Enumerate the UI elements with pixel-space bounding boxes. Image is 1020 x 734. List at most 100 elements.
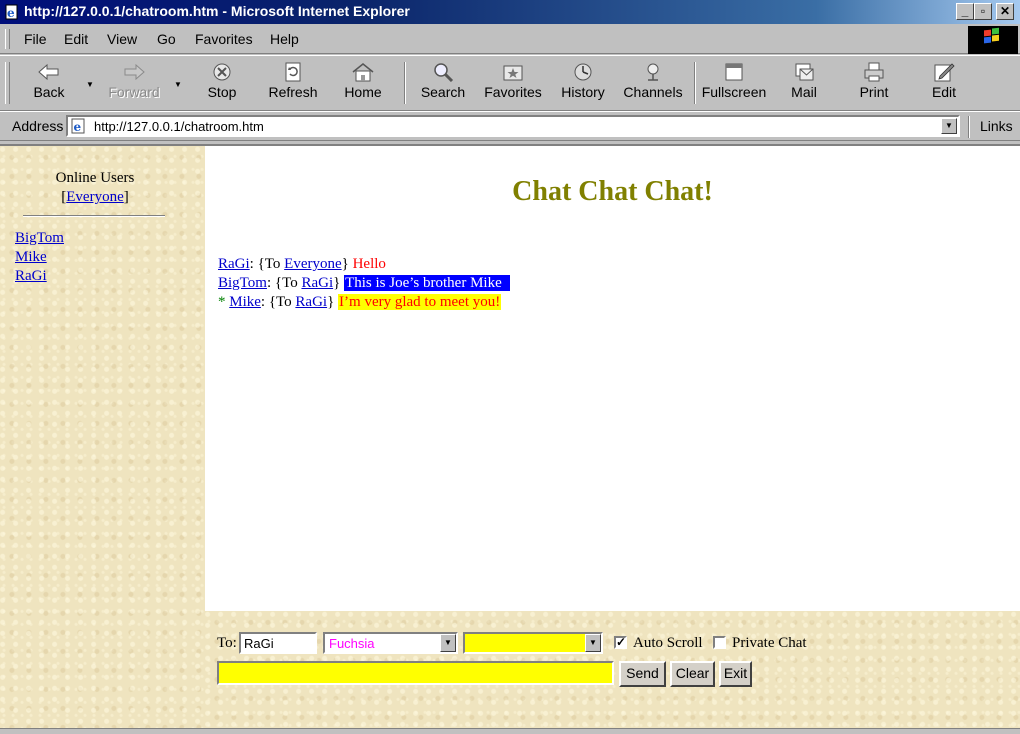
chat-title: Chat Chat Chat! xyxy=(512,176,713,207)
message-text: This is Joe’s brother Mike xyxy=(344,275,510,291)
favorites-icon xyxy=(503,65,523,81)
fullscreen-button[interactable]: Fullscreen xyxy=(700,58,768,108)
window-title: http://127.0.0.1/chatroom.htm - Microsof… xyxy=(24,3,410,19)
title-bar[interactable]: e http://127.0.0.1/chatroom.htm - Micros… xyxy=(0,0,1020,24)
windows-logo-icon xyxy=(984,27,999,44)
message-recipient-link[interactable]: Everyone xyxy=(284,256,341,272)
clear-button[interactable]: Clear xyxy=(670,661,715,687)
favorites-button[interactable]: Favorites xyxy=(482,58,544,108)
ie-page-icon: e xyxy=(5,4,18,20)
forward-button[interactable]: Forward xyxy=(104,58,164,108)
auto-scroll-checkbox[interactable]: ✓ xyxy=(614,636,627,649)
close-button[interactable]: ✕ xyxy=(996,3,1014,20)
toolbar-separator xyxy=(404,62,406,104)
everyone-wrapper: [Everyone] xyxy=(61,189,129,205)
minimize-button[interactable]: _ xyxy=(956,3,974,20)
history-button[interactable]: History xyxy=(558,58,608,108)
print-button[interactable]: Print xyxy=(854,58,894,108)
links-button[interactable]: Links xyxy=(980,118,1013,134)
refresh-button[interactable]: Refresh xyxy=(262,58,324,108)
user-list: BigTom Mike RaGi xyxy=(15,229,64,286)
divider xyxy=(23,215,165,217)
background-color-select[interactable]: ▼ xyxy=(463,632,603,654)
menu-help[interactable]: Help xyxy=(270,31,299,47)
message-recipient-link[interactable]: RaGi xyxy=(301,275,333,291)
chat-input-panel: To: RaGi Fuchsia ▼ ▼ ✓ Auto Scroll Priva… xyxy=(205,611,1020,734)
windows-logo-throbber xyxy=(968,26,1018,54)
edit-icon xyxy=(934,63,955,82)
channels-icon xyxy=(647,63,659,81)
history-icon xyxy=(574,63,592,81)
page-content: Online Users [Everyone] BigTom Mike RaGi… xyxy=(0,144,1020,734)
maximize-button[interactable]: ▫ xyxy=(974,3,992,20)
back-dropdown-arrow[interactable]: ▼ xyxy=(86,80,94,89)
address-dropdown-button[interactable]: ▼ xyxy=(941,118,957,134)
print-icon xyxy=(864,62,884,82)
everyone-link[interactable]: Everyone xyxy=(66,189,123,205)
message-text: I’m very glad to meet you! xyxy=(338,294,502,310)
home-button[interactable]: Home xyxy=(338,58,388,108)
toolbar-grip[interactable] xyxy=(5,62,10,104)
background-color-dropdown-button[interactable]: ▼ xyxy=(585,634,601,652)
message-row: * Mike: {To RaGi} I’m very glad to meet … xyxy=(218,294,502,310)
menu-favorites[interactable]: Favorites xyxy=(195,31,253,47)
channels-button[interactable]: Channels xyxy=(620,58,686,108)
chat-panel: Chat Chat Chat! RaGi: {To Everyone} Hell… xyxy=(205,146,1020,611)
online-users-title: Online Users xyxy=(55,170,135,186)
menu-bar: File Edit View Go Favorites Help xyxy=(0,24,1020,54)
exit-button[interactable]: Exit xyxy=(719,661,752,687)
fullscreen-icon xyxy=(725,63,743,81)
forward-arrow-icon xyxy=(124,63,145,81)
text-color-value: Fuchsia xyxy=(329,636,375,651)
back-arrow-icon xyxy=(38,63,59,81)
message-input[interactable] xyxy=(217,661,614,685)
menu-file[interactable]: File xyxy=(24,31,47,47)
status-bar-edge xyxy=(0,728,1020,734)
back-button[interactable]: Back xyxy=(26,58,72,108)
user-link-bigtom[interactable]: BigTom xyxy=(15,229,64,248)
svg-text:e: e xyxy=(74,120,82,134)
menu-view[interactable]: View xyxy=(107,31,137,47)
text-color-dropdown-button[interactable]: ▼ xyxy=(440,634,456,652)
text-color-select[interactable]: Fuchsia ▼ xyxy=(323,632,458,654)
toolbar-separator xyxy=(694,62,696,104)
mail-button[interactable]: Mail xyxy=(784,58,824,108)
auto-scroll-label[interactable]: Auto Scroll xyxy=(633,635,703,652)
address-input[interactable]: e http://127.0.0.1/chatroom.htm ▼ xyxy=(66,115,960,137)
message-sender-link[interactable]: BigTom xyxy=(218,275,267,291)
message-row: RaGi: {To Everyone} Hello xyxy=(218,256,386,272)
standard-toolbar: Back ▼ Forward ▼ Stop Refresh Home Searc… xyxy=(0,55,1020,111)
edit-button[interactable]: Edit xyxy=(924,58,964,108)
svg-text:e: e xyxy=(7,6,15,20)
message-sender-link[interactable]: RaGi xyxy=(218,256,250,272)
search-button[interactable]: Search xyxy=(414,58,472,108)
user-link-ragi[interactable]: RaGi xyxy=(15,267,64,286)
send-button[interactable]: Send xyxy=(619,661,666,687)
menu-grip[interactable] xyxy=(5,29,10,49)
refresh-icon xyxy=(285,62,301,82)
address-label: Address xyxy=(12,118,64,134)
links-separator xyxy=(968,116,970,138)
address-bar: Address e http://127.0.0.1/chatroom.htm … xyxy=(0,111,1020,141)
private-chat-checkbox[interactable] xyxy=(713,636,726,649)
ie-page-icon: e xyxy=(71,118,85,134)
user-link-mike[interactable]: Mike xyxy=(15,248,64,267)
forward-dropdown-arrow[interactable]: ▼ xyxy=(174,80,182,89)
home-icon xyxy=(352,63,374,82)
private-chat-label[interactable]: Private Chat xyxy=(732,635,807,652)
search-icon xyxy=(434,63,454,82)
mail-icon xyxy=(795,63,814,81)
to-input[interactable]: RaGi xyxy=(239,632,317,654)
message-sender-link[interactable]: Mike xyxy=(229,294,261,310)
message-row: BigTom: {To RaGi} This is Joe’s brother … xyxy=(218,274,510,293)
stop-icon xyxy=(213,63,231,81)
menu-go[interactable]: Go xyxy=(157,31,176,47)
to-label: To: xyxy=(217,635,237,651)
message-recipient-link[interactable]: RaGi xyxy=(295,294,327,310)
menu-edit[interactable]: Edit xyxy=(64,31,88,47)
message-text: Hello xyxy=(352,256,386,272)
stop-button[interactable]: Stop xyxy=(196,58,248,108)
message-list: RaGi: {To Everyone} Hello BigTom: {To Ra… xyxy=(218,255,510,312)
online-users-panel: Online Users [Everyone] BigTom Mike RaGi xyxy=(0,146,205,734)
address-value: http://127.0.0.1/chatroom.htm xyxy=(94,119,264,134)
